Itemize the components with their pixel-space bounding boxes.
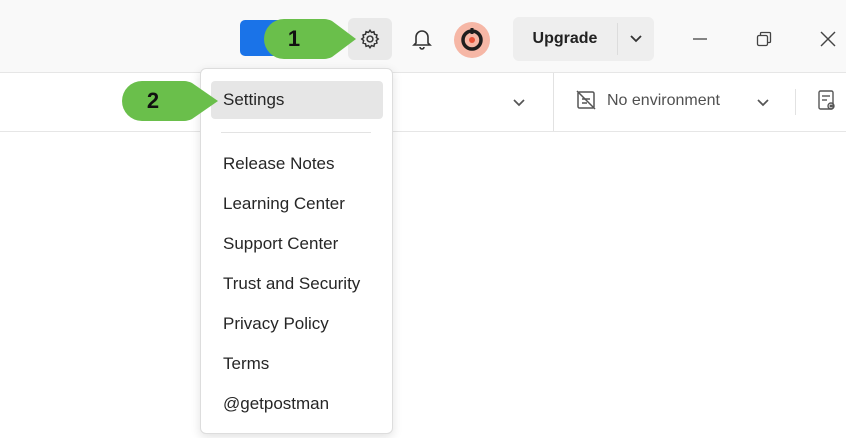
- chevron-down-icon: [757, 99, 769, 107]
- chevron-down-icon: [630, 35, 642, 43]
- environment-selector-label[interactable]: No environment: [607, 92, 720, 110]
- environment-quick-look-button[interactable]: [816, 89, 838, 118]
- bell-icon: [412, 30, 432, 50]
- toolbar-divider: [553, 73, 554, 131]
- callout-2: 2: [120, 79, 220, 123]
- environment-dropdown-button[interactable]: [756, 95, 770, 113]
- menu-item-privacy-policy[interactable]: Privacy Policy: [211, 305, 383, 343]
- restore-icon: [756, 31, 772, 47]
- menu-item-support-center[interactable]: Support Center: [211, 225, 383, 263]
- title-bar: Upgrade: [0, 0, 846, 73]
- minimize-icon: [693, 38, 707, 40]
- avatar[interactable]: [454, 22, 490, 58]
- menu-item-settings[interactable]: Settings: [211, 81, 383, 119]
- close-icon: [820, 31, 836, 47]
- avatar-icon: [461, 28, 483, 51]
- callout-number: 1: [287, 26, 301, 51]
- callout-number: 2: [146, 88, 160, 113]
- upgrade-dropdown-button[interactable]: [618, 17, 654, 61]
- close-window-button[interactable]: [808, 22, 846, 56]
- tab-dropdown-button[interactable]: [512, 95, 526, 113]
- menu-item-terms[interactable]: Terms: [211, 345, 383, 383]
- no-environment-icon: [575, 89, 597, 116]
- menu-item-learning-center[interactable]: Learning Center: [211, 185, 383, 223]
- chevron-down-icon: [513, 99, 525, 107]
- menu-divider: [221, 132, 371, 133]
- upgrade-button[interactable]: Upgrade: [513, 17, 617, 61]
- notifications-button[interactable]: [400, 18, 444, 60]
- quick-look-icon: [818, 90, 835, 110]
- upgrade-button-group: Upgrade: [513, 17, 654, 61]
- callout-1: 1: [262, 17, 358, 61]
- settings-dropdown-menu: Settings Release Notes Learning Center S…: [200, 68, 393, 434]
- toolbar-divider: [795, 89, 796, 115]
- menu-item-trust-and-security[interactable]: Trust and Security: [211, 265, 383, 303]
- minimize-button[interactable]: [680, 22, 720, 56]
- settings-icon: [360, 29, 380, 49]
- menu-item-release-notes[interactable]: Release Notes: [211, 145, 383, 183]
- restore-button[interactable]: [744, 22, 784, 56]
- menu-item-getpostman[interactable]: @getpostman: [211, 385, 383, 423]
